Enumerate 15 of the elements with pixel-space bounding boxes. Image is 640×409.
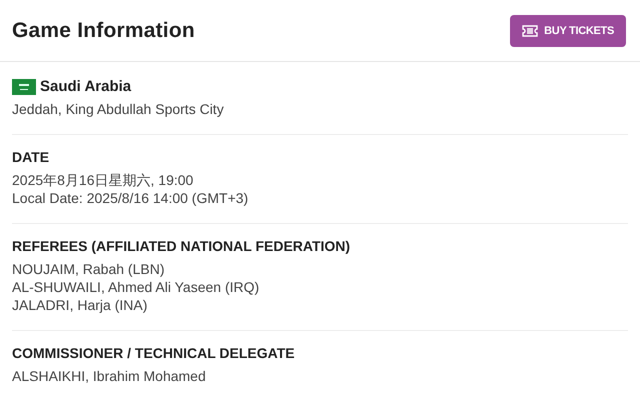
info-text: Local Date: 2025/8/16 14:00 (GMT+3) xyxy=(12,189,250,207)
flag-icon xyxy=(12,78,36,94)
ticket-icon xyxy=(522,24,538,36)
info-text: ALSHAIKHI, Ibrahim Mohamed xyxy=(12,367,207,385)
info-text: NOUJAIM, Rabah (LBN) xyxy=(12,260,166,278)
info-text: 2025年8月16日星期六, 19:00 xyxy=(12,171,194,189)
buy-tickets-button[interactable]: BUY TICKETS xyxy=(510,14,626,46)
section-heading: DATE xyxy=(12,149,50,165)
venue-text: Jeddah, King Abdullah Sports City xyxy=(12,100,225,118)
country-name: Saudi Arabia xyxy=(40,78,132,95)
section-heading: REFEREES (AFFILIATED NATIONAL FEDERATION) xyxy=(12,238,352,254)
page-title: Game Information xyxy=(12,18,195,42)
info-text: JALADRI, Harja (INA) xyxy=(12,296,148,314)
section-heading: COMMISSIONER / TECHNICAL DELEGATE xyxy=(12,345,296,361)
info-text: AL-SHUWAILI, Ahmed Ali Yaseen (IRQ) xyxy=(12,278,260,296)
